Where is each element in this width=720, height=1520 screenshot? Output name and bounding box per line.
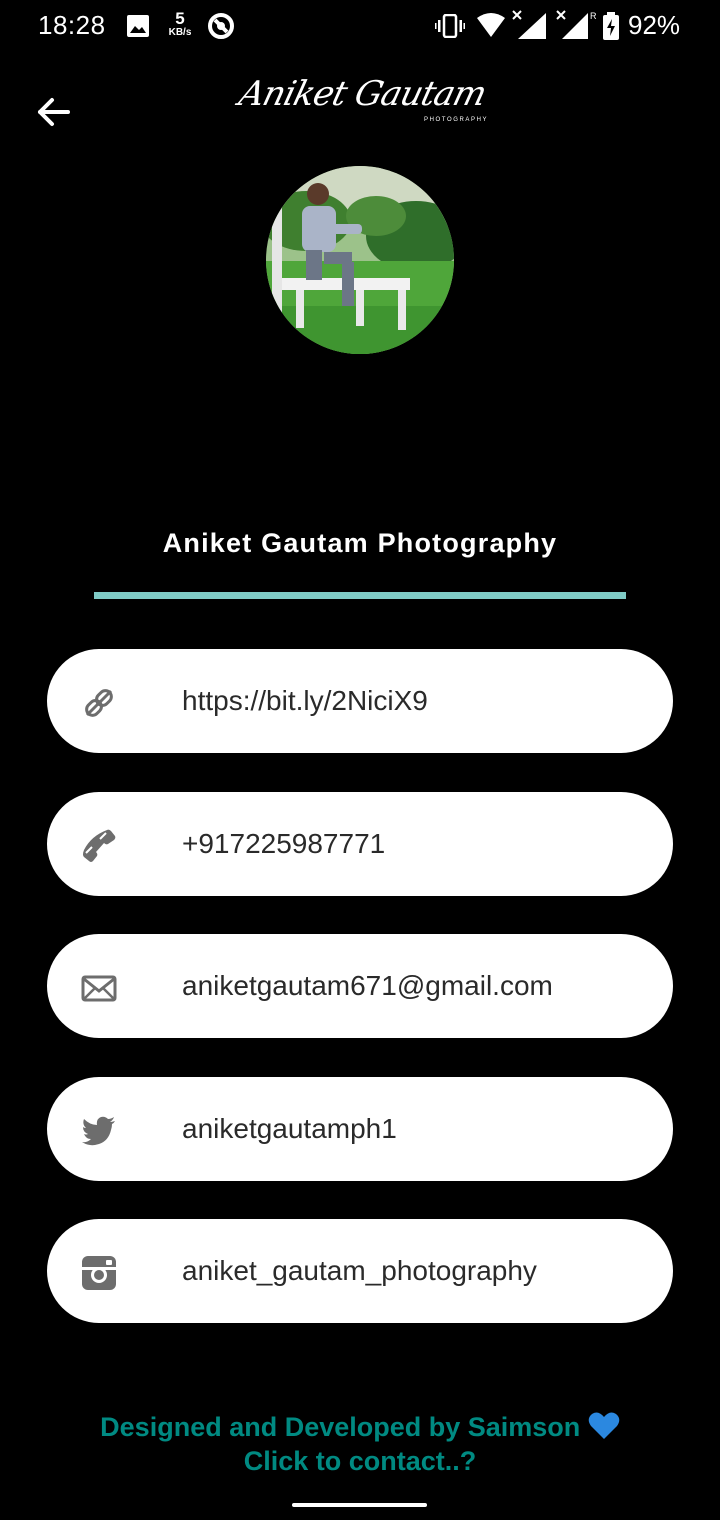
home-indicator[interactable] [292, 1503, 427, 1507]
contact-phone-text: +917225987771 [182, 827, 386, 859]
contact-website[interactable]: https://bit.ly/2NiciX9 [47, 649, 673, 753]
brand-logo: Aniket Gautam PHOTOGRAPHY [235, 74, 500, 146]
contact-instagram-text: aniket_gautam_photography [182, 1255, 537, 1286]
signal-icon [512, 10, 546, 39]
email-icon [81, 975, 117, 1002]
status-bar: 18:28 5 KB/s R 92% [0, 0, 720, 52]
footer-contact-link[interactable]: Click to contact..? [0, 1444, 720, 1478]
network-speed-unit: KB/s [168, 27, 192, 38]
contact-instagram[interactable]: aniket_gautam_photography [47, 1219, 673, 1323]
sync-icon [208, 13, 234, 39]
back-arrow-icon[interactable] [32, 92, 74, 132]
contact-website-text: https://bit.ly/2NiciX9 [182, 685, 428, 716]
network-speed-value: 5 [175, 9, 185, 28]
profile-avatar [266, 166, 454, 354]
logo-subtitle: PHOTOGRAPHY [424, 117, 489, 123]
battery-charging-icon [603, 12, 619, 40]
svg-text:R: R [590, 11, 596, 21]
contact-email[interactable]: aniketgautam671@gmail.com [47, 934, 673, 1038]
blue-heart-icon [588, 1412, 620, 1439]
contact-email-text: aniketgautam671@gmail.com [182, 970, 553, 1001]
footer-credit-line: Designed and Developed by Saimson [0, 1410, 720, 1444]
vibrate-icon [435, 14, 465, 38]
contact-phone[interactable]: +917225987771 [47, 791, 673, 896]
wifi-icon [477, 13, 505, 37]
phone-icon [83, 829, 116, 862]
contact-twitter-text: aniketgautamph1 [182, 1112, 397, 1144]
footer-credits[interactable]: Designed and Developed by Saimson Click … [0, 1410, 720, 1478]
network-speed: 5 KB/s [163, 10, 197, 38]
footer-credit-text: Designed and Developed by Saimson [100, 1412, 581, 1442]
signal-roaming-icon: R [556, 10, 596, 39]
contact-list: https://bit.ly/2NiciX9 +917225987771 ani… [47, 649, 673, 1362]
name-divider [94, 592, 626, 599]
status-time: 18:28 [38, 10, 106, 40]
contact-twitter[interactable]: aniketgautamph1 [47, 1076, 673, 1181]
link-icon [85, 689, 113, 717]
avatar-photo [266, 166, 454, 354]
twitter-icon [82, 1116, 115, 1145]
instagram-icon [82, 1256, 116, 1290]
logo-script-text: Aniket Gautam [235, 74, 491, 114]
battery-percent: 92% [628, 10, 681, 40]
profile-name: Aniket Gautam Photography [162, 528, 558, 558]
image-icon [127, 15, 149, 37]
